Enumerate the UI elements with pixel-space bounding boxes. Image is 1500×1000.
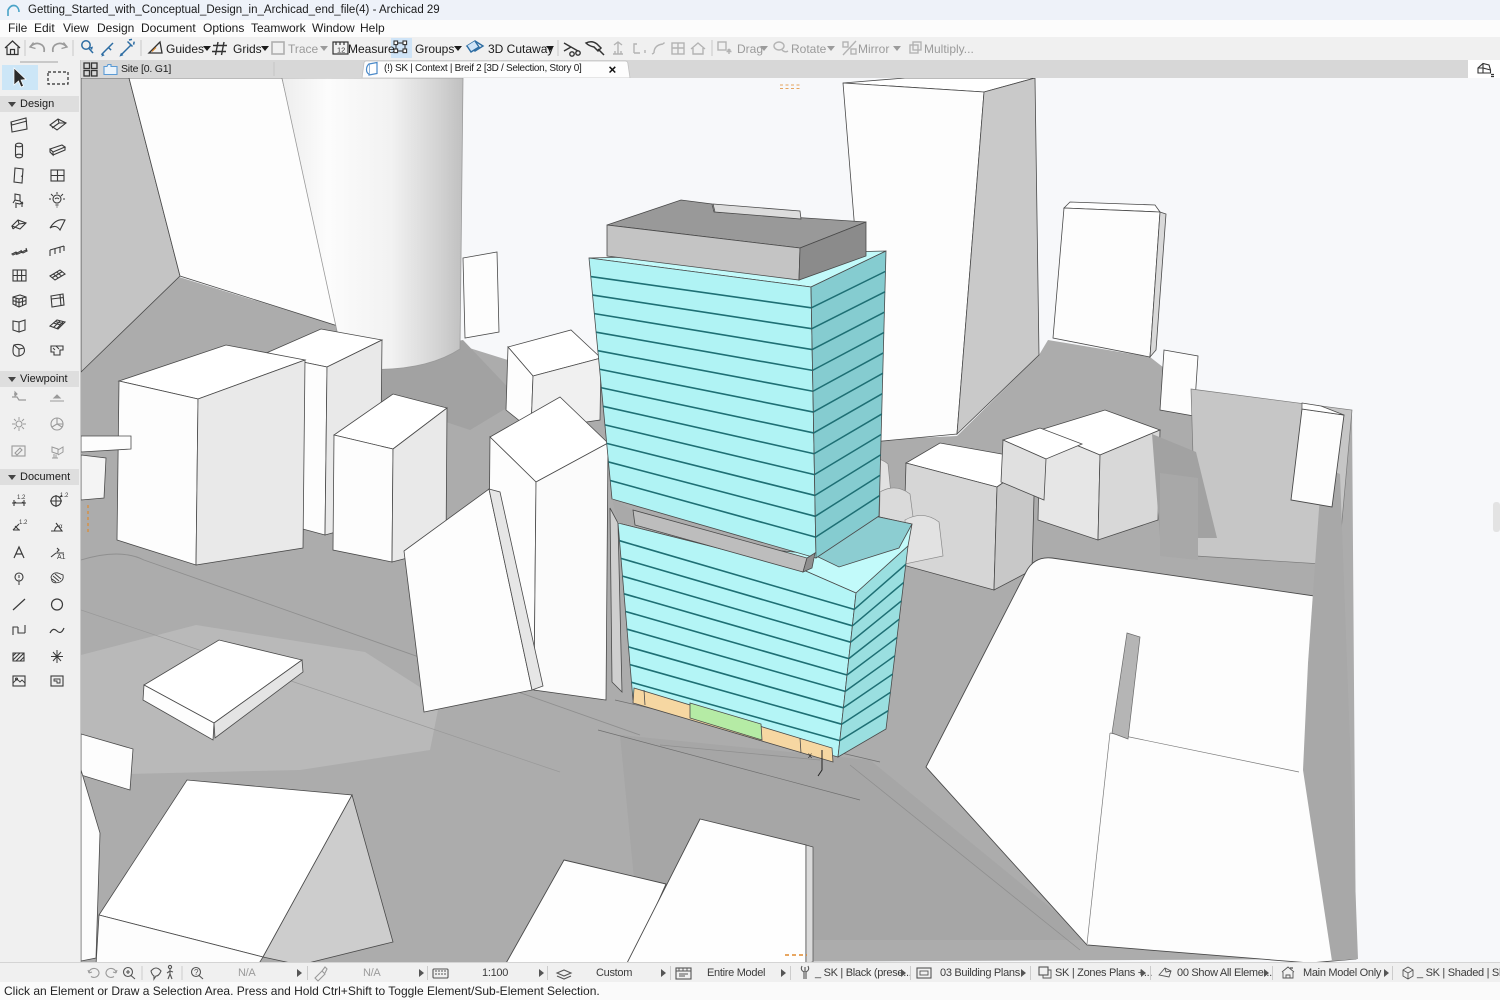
svg-text:✕: ✕ [608,65,617,77]
svg-text:x: x [808,751,812,760]
svg-text:1.2: 1.2 [19,520,28,526]
svg-text:?: ? [194,968,199,977]
svg-text:1.2: 1.2 [17,495,26,501]
svg-text:1.2: 1.2 [60,493,69,499]
svg-text:α: α [59,524,63,530]
svg-text:A1: A1 [57,554,66,561]
svg-text:12: 12 [337,46,345,55]
